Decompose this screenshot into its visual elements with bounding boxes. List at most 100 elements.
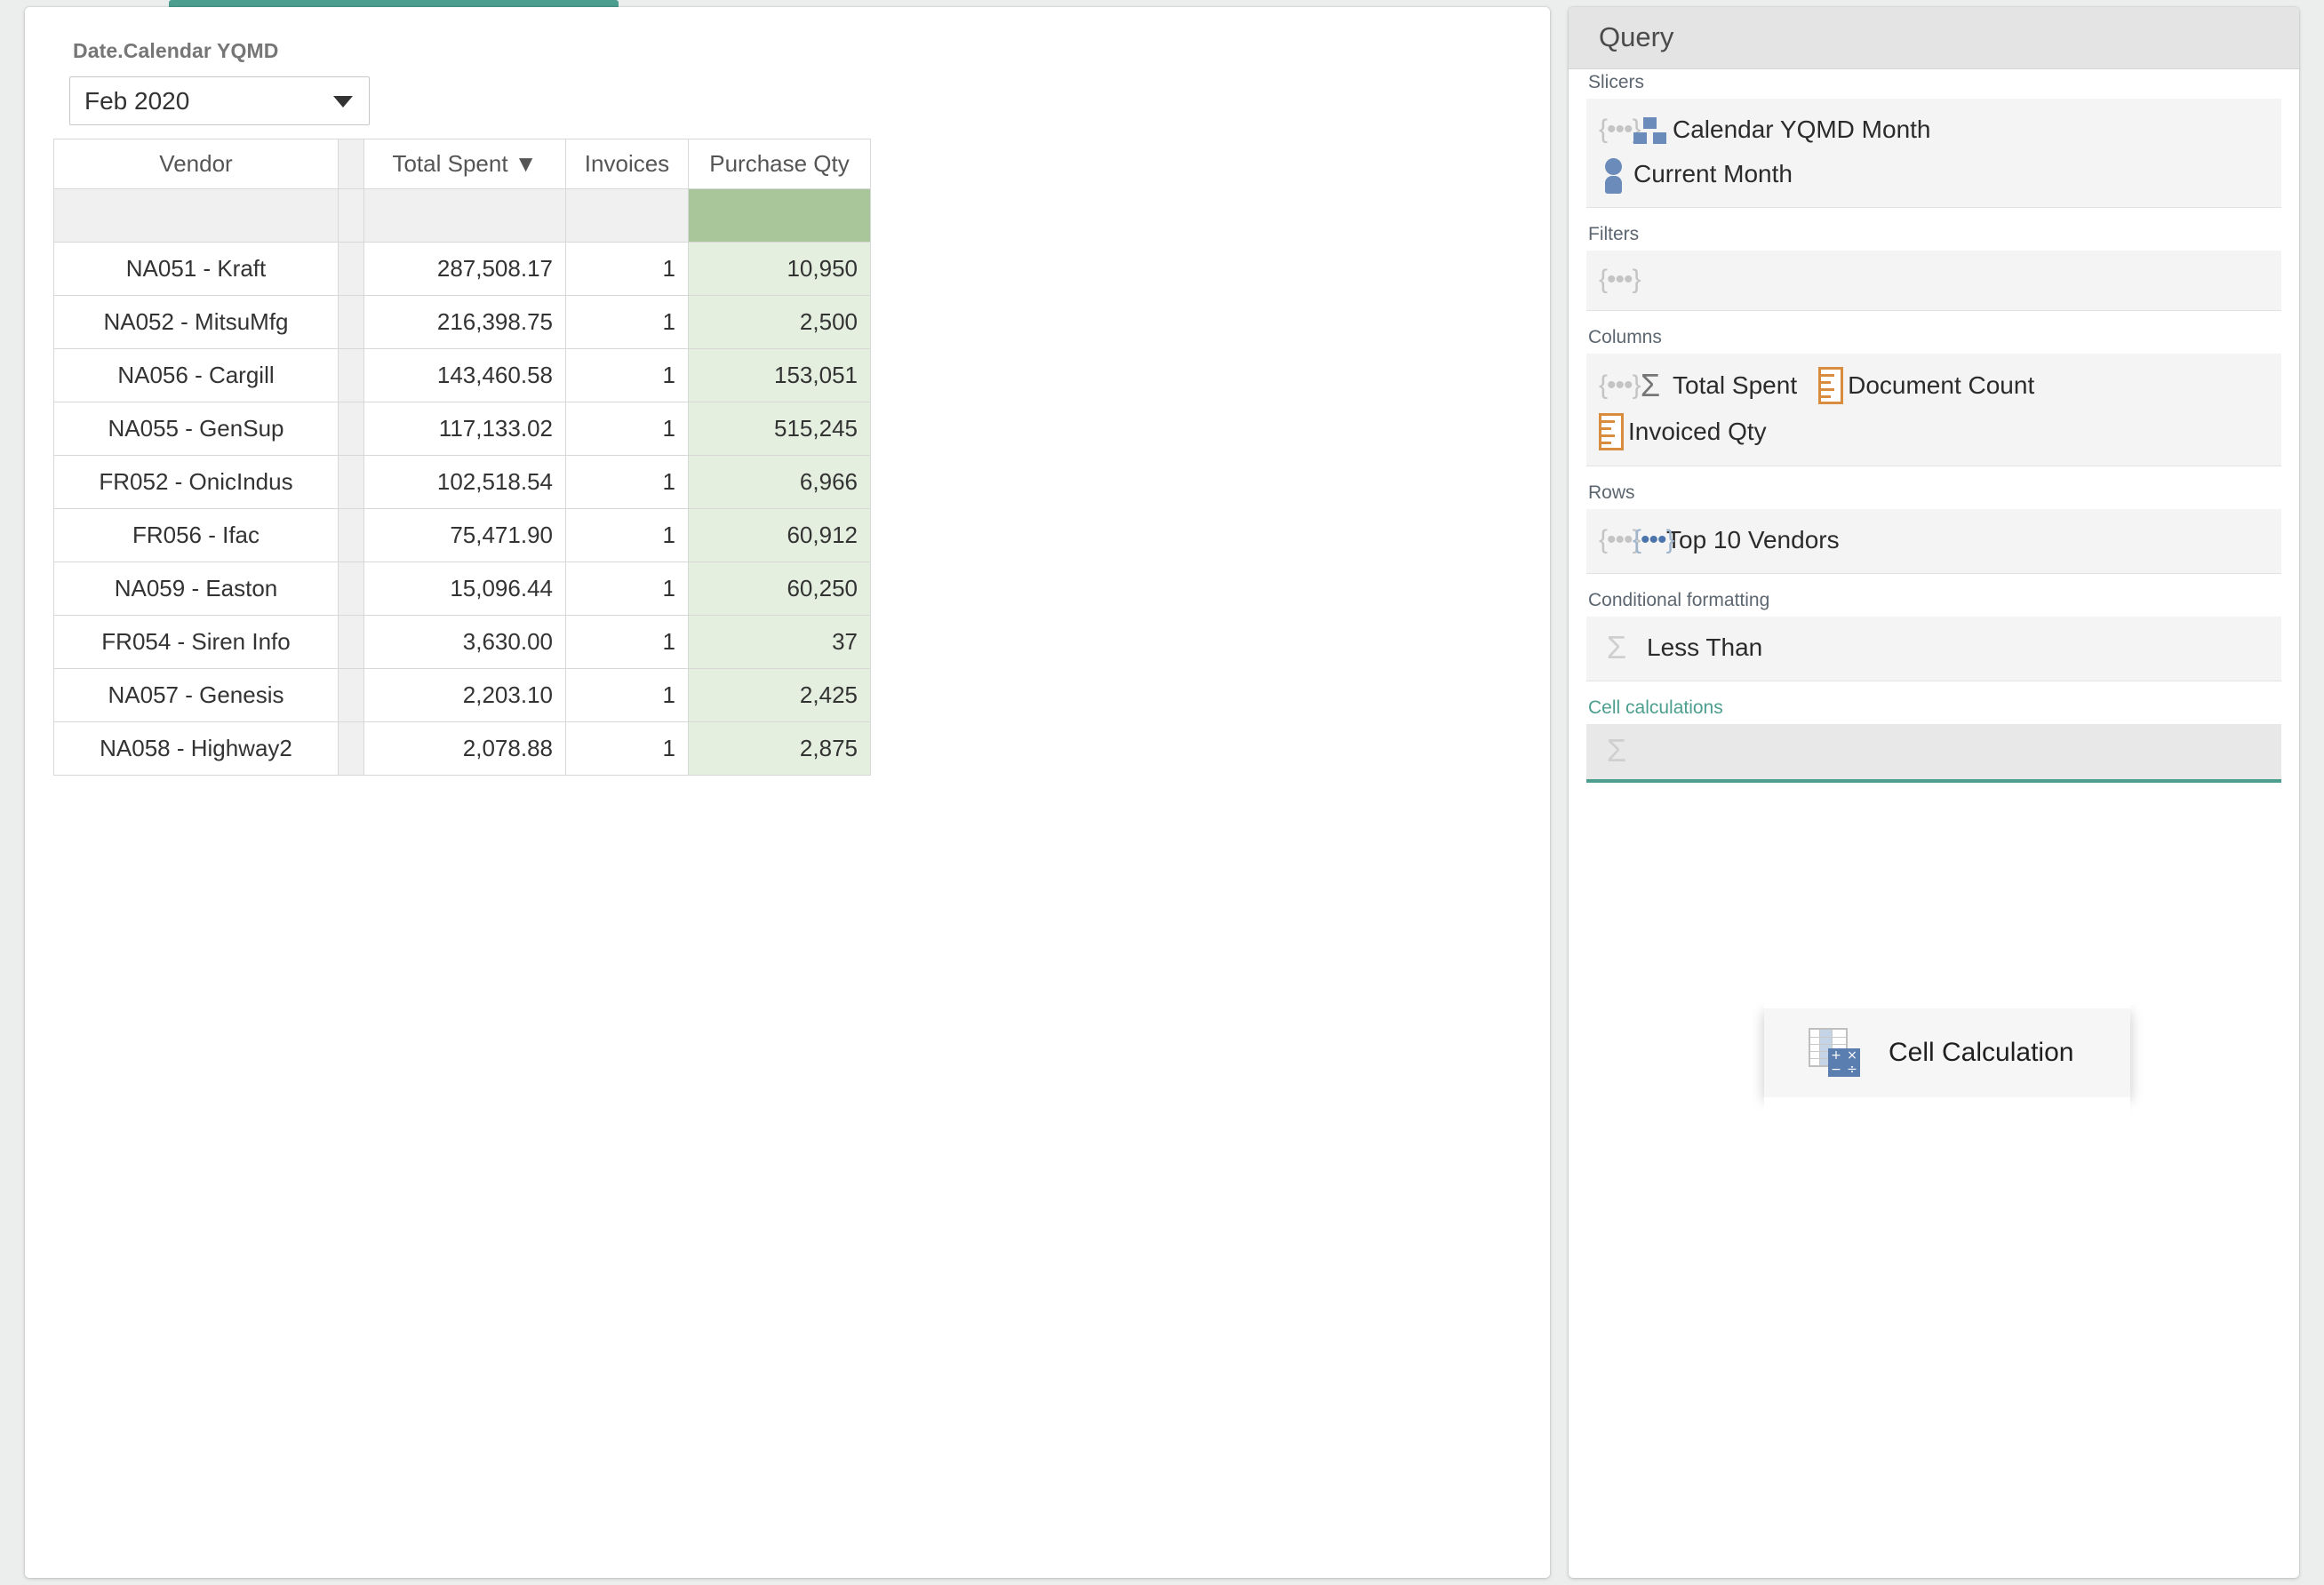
cell-invoices: 1 xyxy=(565,721,689,776)
table-row[interactable]: NA059 - Easton 15,096.44 1 60,250 xyxy=(53,562,871,616)
sigma-icon: Σ xyxy=(1640,367,1661,403)
query-item-label: Invoiced Qty xyxy=(1628,418,1767,445)
cell-invoices: 1 xyxy=(565,402,689,456)
query-item-label: Total Spent xyxy=(1673,371,1798,399)
query-item-current-month[interactable]: Current Month xyxy=(1599,156,2248,194)
cell-vendor: FR056 - Ifac xyxy=(53,508,339,562)
plus-symbol: + xyxy=(1831,1047,1841,1063)
query-item-label: Top 10 Vendors xyxy=(1666,526,1840,554)
cell-total-spent: 75,471.90 xyxy=(363,508,566,562)
column-header-invoices[interactable]: Invoices xyxy=(565,139,689,189)
cell-total-spent: 3,630.00 xyxy=(363,615,566,669)
drag-ghost-card: + × − ÷ Cell Calculation xyxy=(1764,988,2130,1118)
cell-vendor: FR054 - Siren Info xyxy=(53,615,339,669)
query-item-label: Less Than xyxy=(1647,633,1763,661)
cell-vendor: NA058 - Highway2 xyxy=(53,721,339,776)
section-cell-calculations: Cell calculations Σ xyxy=(1569,696,2299,783)
section-title-cell-calculations: Cell calculations xyxy=(1588,697,1723,718)
pivot-totals-row xyxy=(53,188,871,243)
table-row[interactable]: NA052 - MitsuMfg 216,398.75 1 2,500 xyxy=(53,295,871,349)
totals-total-spent-cell xyxy=(363,188,566,243)
query-item-invoiced-qty[interactable]: Invoiced Qty xyxy=(1599,413,2248,450)
cell-purchase-qty: 60,912 xyxy=(688,508,871,562)
query-panel-header: Query xyxy=(1569,7,2299,69)
column-spacer xyxy=(338,455,364,509)
column-spacer xyxy=(338,402,364,456)
query-item-less-than[interactable]: Σ Less Than xyxy=(1599,630,1762,665)
cell-purchase-qty: 60,250 xyxy=(688,562,871,616)
query-item-label: Calendar YQMD Month xyxy=(1673,115,1931,143)
braces-set-icon: {•••} xyxy=(1599,370,1641,400)
cell-total-spent: 287,508.17 xyxy=(363,242,566,296)
cell-invoices: 1 xyxy=(565,508,689,562)
query-item-document-count[interactable]: Document Count xyxy=(1818,367,2034,404)
section-filters: Filters {•••} xyxy=(1569,222,2299,311)
member-person-icon xyxy=(1599,156,1629,194)
cell-invoices: 1 xyxy=(565,668,689,722)
column-header-vendor[interactable]: Vendor xyxy=(53,139,339,189)
braces-set-icon-blue: {•••} xyxy=(1633,525,1675,554)
column-spacer xyxy=(338,508,364,562)
section-conditional-formatting: Conditional formatting Σ Less Than xyxy=(1569,588,2299,681)
section-title-slicers: Slicers xyxy=(1588,72,1645,92)
query-item-label: Document Count xyxy=(1848,371,2035,399)
slicer-dimension-label: Date.Calendar YQMD xyxy=(73,39,279,62)
cell-vendor: NA057 - Genesis xyxy=(53,668,339,722)
table-row[interactable]: NA057 - Genesis 2,203.10 1 2,425 xyxy=(53,668,871,722)
query-item-calendar-yqmd-month[interactable]: {•••} Calendar YQMD Month xyxy=(1599,112,1931,147)
column-header-total-spent[interactable]: Total Spent ▼ xyxy=(363,139,566,189)
cell-vendor: NA055 - GenSup xyxy=(53,402,339,456)
section-title-columns: Columns xyxy=(1588,327,1662,347)
section-title-rows: Rows xyxy=(1588,482,1635,503)
table-row[interactable]: NA051 - Kraft 287,508.17 1 10,950 xyxy=(53,242,871,296)
section-rows: Rows {•••} {•••} Top 10 Vendors xyxy=(1569,481,2299,574)
dropzone-filters[interactable]: {•••} xyxy=(1586,251,2281,311)
table-row[interactable]: FR052 - OnicIndus 102,518.54 1 6,966 xyxy=(53,455,871,509)
cell-total-spent: 2,203.10 xyxy=(363,668,566,722)
minus-symbol: − xyxy=(1831,1062,1841,1077)
cell-total-spent: 2,078.88 xyxy=(363,721,566,776)
cell-total-spent: 117,133.02 xyxy=(363,402,566,456)
drag-ghost-label: Cell Calculation xyxy=(1889,1038,2074,1067)
query-panel-title: Query xyxy=(1599,21,1674,52)
braces-set-icon: {•••} xyxy=(1599,115,1641,144)
cell-purchase-qty: 10,950 xyxy=(688,242,871,296)
cell-invoices: 1 xyxy=(565,562,689,616)
totals-vendor-cell xyxy=(53,188,339,243)
measure-icon xyxy=(1818,367,1844,404)
cell-purchase-qty: 37 xyxy=(688,615,871,669)
column-spacer xyxy=(338,348,364,402)
query-item-top-10-vendors[interactable]: {•••} {•••} Top 10 Vendors xyxy=(1599,522,1840,558)
table-row[interactable]: NA056 - Cargill 143,460.58 1 153,051 xyxy=(53,348,871,402)
sigma-icon: Σ xyxy=(1606,732,1627,769)
cell-vendor: NA052 - MitsuMfg xyxy=(53,295,339,349)
section-title-filters: Filters xyxy=(1588,224,1640,244)
cell-total-spent: 143,460.58 xyxy=(363,348,566,402)
cell-calculation-icon: + × − ÷ xyxy=(1807,1025,1862,1080)
cell-purchase-qty: 2,500 xyxy=(688,295,871,349)
table-row[interactable]: NA055 - GenSup 117,133.02 1 515,245 xyxy=(53,402,871,456)
query-item-total-spent[interactable]: {•••} Σ Total Spent xyxy=(1599,368,1797,403)
dropzone-rows[interactable]: {•••} {•••} Top 10 Vendors xyxy=(1586,509,2281,574)
table-row[interactable]: FR054 - Siren Info 3,630.00 1 37 xyxy=(53,615,871,669)
table-row[interactable]: NA058 - Highway2 2,078.88 1 2,875 xyxy=(53,721,871,776)
dropzone-slicers[interactable]: {•••} Calendar YQMD Month Current Month xyxy=(1586,99,2281,208)
column-spacer xyxy=(338,295,364,349)
column-spacer xyxy=(338,562,364,616)
chevron-down-icon xyxy=(333,96,353,108)
cell-invoices: 1 xyxy=(565,455,689,509)
cell-invoices: 1 xyxy=(565,348,689,402)
active-tab-indicator xyxy=(169,0,619,7)
totals-purchase-qty-cell xyxy=(688,188,871,243)
cell-purchase-qty: 6,966 xyxy=(688,455,871,509)
dropzone-cell-calculations[interactable]: Σ xyxy=(1586,724,2281,783)
column-header-purchase-qty[interactable]: Purchase Qty xyxy=(688,139,871,189)
cell-vendor: NA051 - Kraft xyxy=(53,242,339,296)
totals-invoices-cell xyxy=(565,188,689,243)
times-symbol: × xyxy=(1847,1047,1857,1063)
dropzone-columns[interactable]: {•••} Σ Total Spent Document Count Invoi… xyxy=(1586,354,2281,466)
slicer-month-select[interactable]: Feb 2020 xyxy=(69,76,370,125)
cell-invoices: 1 xyxy=(565,295,689,349)
table-row[interactable]: FR056 - Ifac 75,471.90 1 60,912 xyxy=(53,508,871,562)
dropzone-conditional-formatting[interactable]: Σ Less Than xyxy=(1586,617,2281,681)
